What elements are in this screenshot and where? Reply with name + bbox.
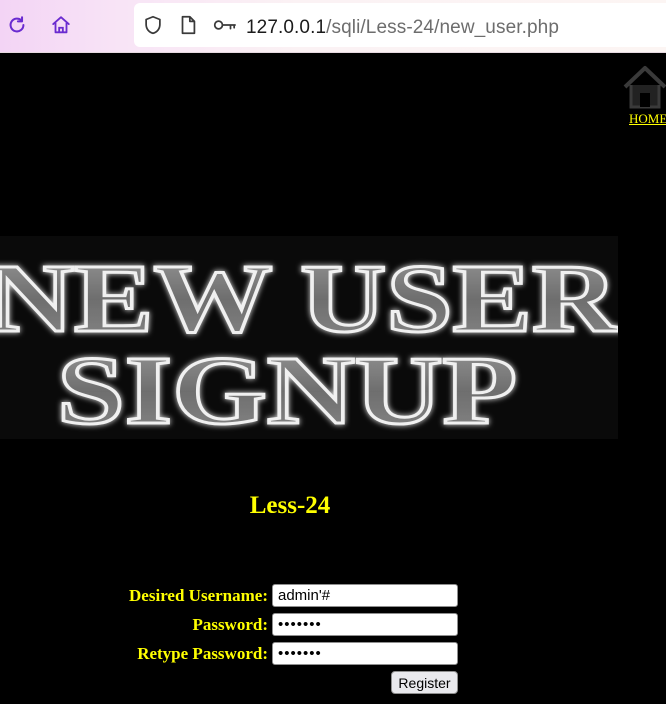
- browser-toolbar: 127.0.0.1/sqli/Less-24/new_user.php: [0, 0, 666, 53]
- home-link[interactable]: HOME: [620, 65, 666, 130]
- key-icon[interactable]: [212, 14, 238, 41]
- retype-password-label: Retype Password:: [137, 644, 268, 663]
- password-label: Password:: [192, 615, 268, 634]
- url-host: 127.0.0.1: [246, 17, 327, 38]
- signup-banner: NEW USER SIGNUP: [0, 236, 618, 439]
- page-title: Less-24: [249, 492, 331, 519]
- register-button[interactable]: Register: [391, 671, 458, 694]
- home-link-label: HOME: [629, 111, 666, 126]
- url-text[interactable]: 127.0.0.1/sqli/Less-24/new_user.php: [246, 17, 559, 39]
- reload-icon: [9, 16, 25, 33]
- home-icon: [52, 16, 70, 34]
- shield-icon[interactable]: [142, 14, 164, 41]
- house-icon: [623, 66, 666, 109]
- username-field[interactable]: [272, 584, 458, 607]
- retype-password-field[interactable]: [272, 642, 458, 665]
- page-icon[interactable]: [177, 14, 199, 41]
- address-bar[interactable]: 127.0.0.1/sqli/Less-24/new_user.php: [134, 3, 666, 47]
- url-path: /sqli/Less-24/new_user.php: [326, 17, 559, 38]
- banner-line-2: SIGNUP: [57, 337, 517, 439]
- password-field[interactable]: [272, 613, 458, 636]
- username-label: Desired Username:: [129, 586, 268, 605]
- reload-button[interactable]: [4, 12, 30, 38]
- home-button[interactable]: [48, 12, 74, 38]
